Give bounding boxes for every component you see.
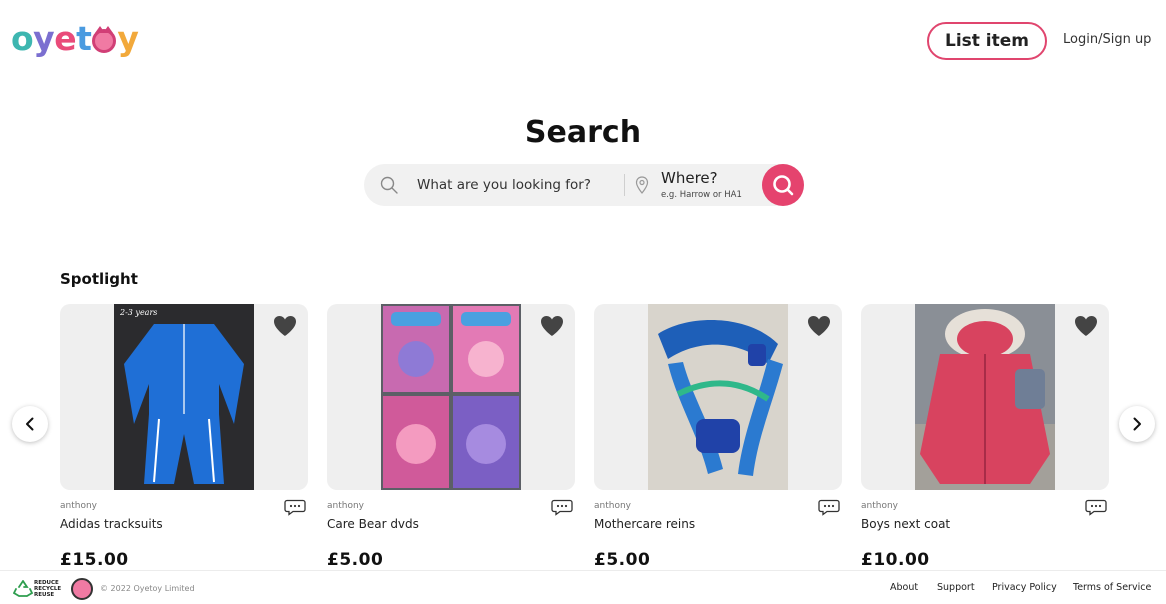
item-title[interactable]: Mothercare reins: [594, 517, 695, 531]
login-signup-link[interactable]: Login/Sign up: [1063, 32, 1151, 47]
where-placeholder: e.g. Harrow or HA1: [661, 190, 742, 200]
seller-name: anthony: [594, 501, 631, 511]
cat-mascot-icon: [71, 578, 93, 600]
item-price: £5.00: [594, 550, 651, 570]
tracksuit-photo: 2-3 years: [114, 304, 254, 490]
spotlight-card[interactable]: 2-3 years anthony Adidas tracksuits £15.…: [60, 304, 308, 570]
chat-icon[interactable]: [284, 499, 306, 516]
item-price: £10.00: [861, 550, 930, 570]
footer-link-about[interactable]: About: [890, 582, 918, 593]
heart-icon[interactable]: [539, 314, 565, 338]
heart-icon[interactable]: [1073, 314, 1099, 338]
where-input[interactable]: Where?: [661, 169, 718, 187]
chevron-right-icon: [1133, 417, 1141, 431]
seller-name: anthony: [60, 501, 97, 511]
item-price: £15.00: [60, 550, 129, 570]
item-title[interactable]: Boys next coat: [861, 517, 950, 531]
item-price: £5.00: [327, 550, 384, 570]
card-image[interactable]: 2-3 years: [60, 304, 308, 490]
oyetoy-logo[interactable]: oyety: [11, 22, 139, 55]
seller-name: anthony: [861, 501, 898, 511]
spotlight-title: Spotlight: [60, 270, 138, 288]
search-button-icon: [773, 175, 794, 196]
spotlight-card[interactable]: anthony Care Bear dvds £5.00: [327, 304, 575, 570]
heart-icon[interactable]: [272, 314, 298, 338]
item-title[interactable]: Adidas tracksuits: [60, 517, 163, 531]
location-pin-icon: [635, 176, 649, 194]
footer-link-terms-of-service[interactable]: Terms of Service: [1073, 582, 1151, 593]
search-query-input[interactable]: What are you looking for?: [417, 177, 591, 193]
search-title: Search: [524, 115, 642, 150]
spotlight-card[interactable]: anthony Mothercare reins £5.00: [594, 304, 842, 570]
chat-icon[interactable]: [551, 499, 573, 516]
heart-icon[interactable]: [806, 314, 832, 338]
card-image[interactable]: [594, 304, 842, 490]
chevron-left-icon: [26, 417, 34, 431]
list-item-button[interactable]: List item: [927, 22, 1047, 60]
recycle-icon: [13, 580, 33, 597]
copyright-text: © 2022 Oyetoy Limited: [100, 584, 195, 593]
coat-photo: [915, 304, 1055, 490]
seller-name: anthony: [327, 501, 364, 511]
item-title[interactable]: Care Bear dvds: [327, 517, 419, 531]
dvds-photo: [381, 304, 521, 490]
footer-link-support[interactable]: Support: [937, 582, 975, 593]
chat-icon[interactable]: [818, 499, 840, 516]
search-icon: [380, 176, 398, 194]
photo-caption: 2-3 years: [119, 308, 157, 317]
search-divider: [624, 174, 625, 196]
chat-icon[interactable]: [1085, 499, 1107, 516]
spotlight-card[interactable]: anthony Boys next coat £10.00: [861, 304, 1109, 570]
card-image[interactable]: [327, 304, 575, 490]
reins-photo: [648, 304, 788, 490]
page: oyety List item Login/Sign up Search Wha…: [0, 0, 1166, 604]
footer: REDUCE RECYCLE REUSE © 2022 Oyetoy Limit…: [0, 570, 1166, 604]
carousel-prev-button[interactable]: [12, 406, 48, 442]
cat-logo-icon: [92, 25, 117, 53]
carousel-next-button[interactable]: [1119, 406, 1155, 442]
footer-link-privacy-policy[interactable]: Privacy Policy: [992, 582, 1057, 593]
search-bar: What are you looking for? Where? e.g. Ha…: [364, 164, 804, 206]
search-button[interactable]: [762, 164, 804, 206]
card-image[interactable]: [861, 304, 1109, 490]
recycle-text: REDUCE RECYCLE REUSE: [34, 580, 62, 598]
